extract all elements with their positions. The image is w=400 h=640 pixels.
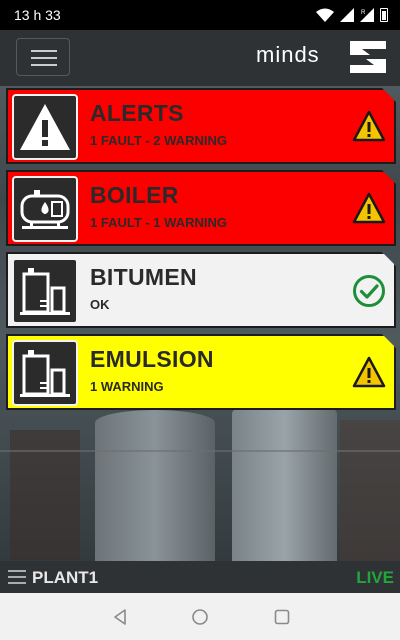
background-structure <box>340 420 400 570</box>
status-icons: R <box>316 7 388 23</box>
check-circle-icon <box>352 274 386 308</box>
tank-icon <box>12 258 78 324</box>
signal-r-icon: R <box>360 8 374 22</box>
alert-triangle-icon <box>12 94 78 160</box>
svg-text:R: R <box>361 10 366 16</box>
plant-menu-icon[interactable] <box>8 570 26 584</box>
card-boiler[interactable]: BOILER 1 FAULT - 1 WARNING <box>6 170 396 246</box>
app-screen: minds ALERTS 1 FAULT - 2 WARNING BOILER … <box>0 30 400 593</box>
live-indicator: LIVE <box>356 568 394 587</box>
card-title: ALERTS <box>90 100 184 126</box>
card-subtitle: 1 WARNING <box>90 379 164 394</box>
boiler-icon <box>12 176 78 242</box>
battery-icon <box>380 8 388 22</box>
plant-name[interactable]: PLANT1 <box>32 568 98 588</box>
home-icon[interactable] <box>190 607 210 627</box>
bottom-bar: PLANT1 LIVE <box>0 561 400 593</box>
background-tank <box>95 410 215 570</box>
card-alerts[interactable]: ALERTS 1 FAULT - 2 WARNING <box>6 88 396 164</box>
hamburger-icon <box>31 50 57 52</box>
recents-icon[interactable] <box>272 607 292 627</box>
background-tank <box>232 400 337 570</box>
android-nav-bar <box>0 593 400 640</box>
card-subtitle: 1 FAULT - 1 WARNING <box>90 215 227 230</box>
logo-text: minds <box>256 42 320 67</box>
card-emulsion[interactable]: EMULSION 1 WARNING <box>6 334 396 410</box>
warning-icon <box>352 192 386 226</box>
signal-icon <box>340 8 354 22</box>
logo-mark-icon <box>350 41 386 73</box>
warning-icon <box>352 356 386 390</box>
status-bar: 13 h 33 R <box>0 0 400 30</box>
back-icon[interactable] <box>110 607 130 627</box>
wifi-icon <box>316 8 334 22</box>
menu-button[interactable] <box>16 38 70 76</box>
warning-icon <box>352 110 386 144</box>
card-title: BOILER <box>90 182 179 208</box>
card-title: EMULSION <box>90 346 214 372</box>
status-time: 13 h 33 <box>14 7 61 23</box>
card-subtitle: OK <box>90 297 110 312</box>
card-subtitle: 1 FAULT - 2 WARNING <box>90 133 227 148</box>
tank-icon <box>12 340 78 406</box>
card-bitumen[interactable]: BITUMEN OK <box>6 252 396 328</box>
card-title: BITUMEN <box>90 264 197 290</box>
background-rail <box>0 450 400 452</box>
top-bar: minds <box>0 30 400 86</box>
minds-logo: minds <box>256 39 386 75</box>
